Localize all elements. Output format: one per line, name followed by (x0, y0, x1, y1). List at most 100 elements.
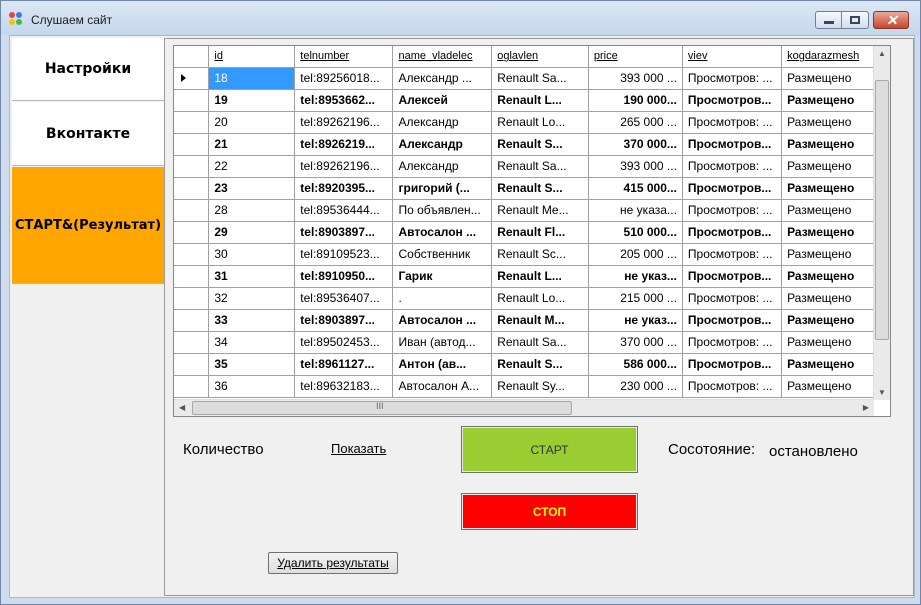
tab-vkontakte[interactable]: Вконтакте (12, 102, 164, 166)
cell-name[interactable]: . (392, 287, 493, 310)
cell-tel[interactable]: tel:8903897... (294, 309, 394, 332)
cell-viev[interactable]: Просмотров: ... (682, 199, 783, 222)
row-header[interactable] (174, 221, 210, 244)
cell-viev[interactable]: Просмотров... (682, 89, 783, 112)
horizontal-scroll-thumb[interactable]: III (192, 401, 572, 415)
cell-kogda[interactable]: Размещено (781, 199, 879, 222)
row-header[interactable] (174, 155, 210, 178)
table-row[interactable]: 21 tel:8926219... Александр Renault S... 370… (174, 133, 890, 156)
row-header[interactable] (174, 67, 210, 90)
cell-ogl[interactable]: Renault M... (491, 309, 589, 332)
cell-name[interactable]: Александр (392, 155, 493, 178)
tab-start-results[interactable]: СТАРТ&(Результат) (12, 167, 164, 284)
cell-kogda[interactable]: Размещено (781, 353, 879, 376)
cell-tel[interactable]: tel:89256018... (294, 67, 394, 90)
cell-viev[interactable]: Просмотров... (682, 221, 783, 244)
cell-ogl[interactable]: Renault Sy... (491, 375, 589, 398)
cell-kogda[interactable]: Размещено (781, 243, 879, 266)
cell-id[interactable]: 22 (208, 155, 296, 178)
column-header-id[interactable]: id (208, 46, 296, 68)
cell-viev[interactable]: Просмотров: ... (682, 111, 783, 134)
table-row[interactable]: 36 tel:89632183... Автосалон А... Renault S… (174, 375, 890, 398)
table-row[interactable]: 35 tel:8961127... Антон (ав... Renault S...… (174, 353, 890, 376)
start-button[interactable]: СТАРТ (461, 426, 638, 473)
cell-price[interactable]: 586 000... (588, 353, 683, 376)
cell-tel[interactable]: tel:8903897... (294, 221, 394, 244)
cell-price[interactable]: не указ... (588, 265, 683, 288)
table-row[interactable]: 23 tel:8920395... григорий (... Renault S..… (174, 177, 890, 200)
table-row[interactable]: 32 tel:89536407.... Renault Lo... 215 000 .… (174, 287, 890, 310)
row-header[interactable] (174, 287, 210, 310)
cell-price[interactable]: не указа... (588, 199, 683, 222)
cell-id[interactable]: 35 (208, 353, 296, 376)
vertical-scroll-thumb[interactable] (875, 80, 889, 340)
row-header[interactable] (174, 199, 210, 222)
cell-ogl[interactable]: Renault L... (491, 265, 589, 288)
cell-id[interactable]: 18 (208, 67, 296, 90)
cell-price[interactable]: не указ... (588, 309, 683, 332)
row-header[interactable] (174, 111, 210, 134)
cell-price[interactable]: 510 000... (588, 221, 683, 244)
cell-tel[interactable]: tel:89632183... (294, 375, 394, 398)
cell-tel[interactable]: tel:89262196... (294, 111, 394, 134)
column-header-oglavlen[interactable]: oglavlen (491, 46, 589, 68)
cell-ogl[interactable]: Renault Fl... (491, 221, 589, 244)
row-header[interactable] (174, 309, 210, 332)
cell-viev[interactable]: Просмотров: ... (682, 67, 783, 90)
cell-tel[interactable]: tel:89109523... (294, 243, 394, 266)
column-header-telnumber[interactable]: telnumber (294, 46, 394, 68)
row-header[interactable] (174, 375, 210, 398)
table-row[interactable]: 28 tel:89536444... По объявлен... Renault M… (174, 199, 890, 222)
cell-ogl[interactable]: Renault Sa... (491, 67, 589, 90)
cell-name[interactable]: Автосалон ... (392, 221, 493, 244)
cell-viev[interactable]: Просмотров: ... (682, 155, 783, 178)
row-header[interactable] (174, 353, 210, 376)
cell-id[interactable]: 20 (208, 111, 296, 134)
cell-price[interactable]: 205 000 ... (588, 243, 683, 266)
table-row[interactable]: 34 tel:89502453... Иван (автод... Renault S… (174, 331, 890, 354)
cell-tel[interactable]: tel:89536407... (294, 287, 394, 310)
cell-name[interactable]: григорий (... (392, 177, 493, 200)
cell-price[interactable]: 370 000 ... (588, 331, 683, 354)
cell-id[interactable]: 19 (208, 89, 296, 112)
row-header[interactable] (174, 89, 210, 112)
column-header-viev[interactable]: viev (682, 46, 783, 68)
cell-viev[interactable]: Просмотров: ... (682, 331, 783, 354)
cell-tel[interactable]: tel:8920395... (294, 177, 394, 200)
cell-kogda[interactable]: Размещено (781, 111, 879, 134)
cell-ogl[interactable]: Renault S... (491, 353, 589, 376)
vertical-scrollbar[interactable]: ▲ ▼ (873, 46, 890, 400)
cell-price[interactable]: 415 000... (588, 177, 683, 200)
cell-kogda[interactable]: Размещено (781, 133, 879, 156)
cell-kogda[interactable]: Размещено (781, 265, 879, 288)
cell-ogl[interactable]: Renault Sc... (491, 243, 589, 266)
cell-id[interactable]: 36 (208, 375, 296, 398)
cell-name[interactable]: Алексей (392, 89, 493, 112)
row-header[interactable] (174, 331, 210, 354)
table-row[interactable]: 18 tel:89256018... Александр ... Renault Sa… (174, 67, 890, 90)
table-row[interactable]: 20 tel:89262196... Александр Renault Lo... 2… (174, 111, 890, 134)
cell-ogl[interactable]: Renault L... (491, 89, 589, 112)
title-bar[interactable]: Слушаем сайт ✕ (1, 1, 920, 35)
cell-name[interactable]: Александр ... (392, 67, 493, 90)
cell-kogda[interactable]: Размещено (781, 309, 879, 332)
cell-price[interactable]: 230 000 ... (588, 375, 683, 398)
table-row[interactable]: 22 tel:89262196... Александр Renault Sa... 3… (174, 155, 890, 178)
cell-name[interactable]: Александр (392, 111, 493, 134)
cell-price[interactable]: 265 000 ... (588, 111, 683, 134)
delete-results-button[interactable]: Удалить результаты (268, 552, 398, 574)
cell-id[interactable]: 28 (208, 199, 296, 222)
cell-name[interactable]: Иван (автод... (392, 331, 493, 354)
horizontal-scrollbar[interactable]: ◀ III ▶ (174, 399, 874, 416)
scroll-down-icon[interactable]: ▼ (878, 388, 886, 397)
cell-id[interactable]: 34 (208, 331, 296, 354)
cell-tel[interactable]: tel:8953662... (294, 89, 394, 112)
maximize-button[interactable] (842, 11, 869, 29)
row-header[interactable] (174, 177, 210, 200)
cell-viev[interactable]: Просмотров... (682, 353, 783, 376)
cell-kogda[interactable]: Размещено (781, 177, 879, 200)
cell-id[interactable]: 21 (208, 133, 296, 156)
table-row[interactable]: 31 tel:8910950... Гарик Renault L... не указ… (174, 265, 890, 288)
cell-price[interactable]: 393 000 ... (588, 67, 683, 90)
results-grid[interactable]: id telnumber name_vladelec oglavlen pric… (173, 45, 891, 417)
